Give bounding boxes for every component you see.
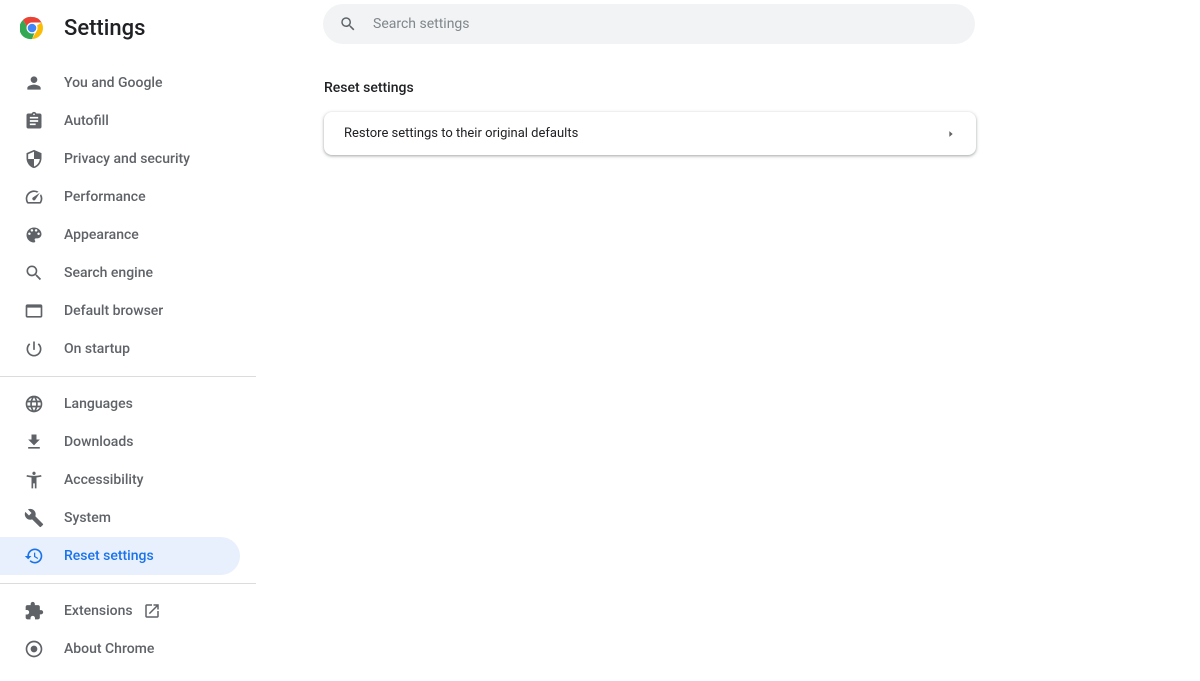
sidebar-item-languages[interactable]: Languages [0,385,240,423]
browser-icon [24,301,44,321]
power-icon [24,339,44,359]
sidebar-item-label: Appearance [64,227,139,243]
sidebar-item-label: Autofill [64,113,109,129]
sidebar-item-accessibility[interactable]: Accessibility [0,461,240,499]
wrench-icon [24,508,44,528]
sidebar-item-label: Reset settings [64,548,154,564]
sidebar-item-label: Languages [64,396,133,412]
search-container[interactable] [323,4,975,44]
sidebar-item-you-and-google[interactable]: You and Google [0,64,240,102]
sidebar-item-label: Privacy and security [64,151,190,167]
chevron-right-icon [946,129,956,139]
sidebar-item-label: Accessibility [64,472,143,488]
sidebar-item-reset-settings[interactable]: Reset settings [0,537,240,575]
shield-icon [24,149,44,169]
section-title: Reset settings [324,80,1200,96]
restore-defaults-label: Restore settings to their original defau… [344,126,578,141]
search-icon [339,15,357,33]
sidebar-item-appearance[interactable]: Appearance [0,216,240,254]
divider [0,583,256,584]
sidebar-item-extensions[interactable]: Extensions [0,592,240,630]
extension-icon [24,601,44,621]
restore-defaults-row[interactable]: Restore settings to their original defau… [324,112,976,155]
sidebar-item-label: Performance [64,189,146,205]
chrome-logo-icon [20,16,44,40]
globe-icon [24,394,44,414]
download-icon [24,432,44,452]
sidebar-item-about-chrome[interactable]: About Chrome [0,630,240,668]
restore-icon [24,546,44,566]
sidebar-item-label: Search engine [64,265,153,281]
sidebar-item-performance[interactable]: Performance [0,178,240,216]
sidebar: You and Google Autofill Privacy and secu… [0,56,256,668]
sidebar-item-system[interactable]: System [0,499,240,537]
speedometer-icon [24,187,44,207]
clipboard-icon [24,111,44,131]
sidebar-item-label: System [64,510,111,526]
open-in-new-icon [143,602,161,620]
sidebar-item-label: Downloads [64,434,133,450]
header: Settings [0,0,1200,56]
palette-icon [24,225,44,245]
sidebar-item-label: Extensions [64,603,133,619]
sidebar-item-on-startup[interactable]: On startup [0,330,240,368]
divider [0,376,256,377]
sidebar-item-search-engine[interactable]: Search engine [0,254,240,292]
page-title: Settings [64,16,145,41]
sidebar-item-autofill[interactable]: Autofill [0,102,240,140]
chrome-outline-icon [24,639,44,659]
sidebar-item-label: On startup [64,341,130,357]
search-icon [24,263,44,283]
search-input[interactable] [373,16,959,32]
sidebar-item-label: Default browser [64,303,163,319]
sidebar-item-label: You and Google [64,75,162,91]
person-icon [24,73,44,93]
settings-card: Restore settings to their original defau… [324,112,976,155]
main-content: Reset settings Restore settings to their… [256,56,1200,668]
accessibility-icon [24,470,44,490]
sidebar-item-label: About Chrome [64,641,154,657]
sidebar-item-default-browser[interactable]: Default browser [0,292,240,330]
sidebar-item-privacy[interactable]: Privacy and security [0,140,240,178]
sidebar-item-downloads[interactable]: Downloads [0,423,240,461]
